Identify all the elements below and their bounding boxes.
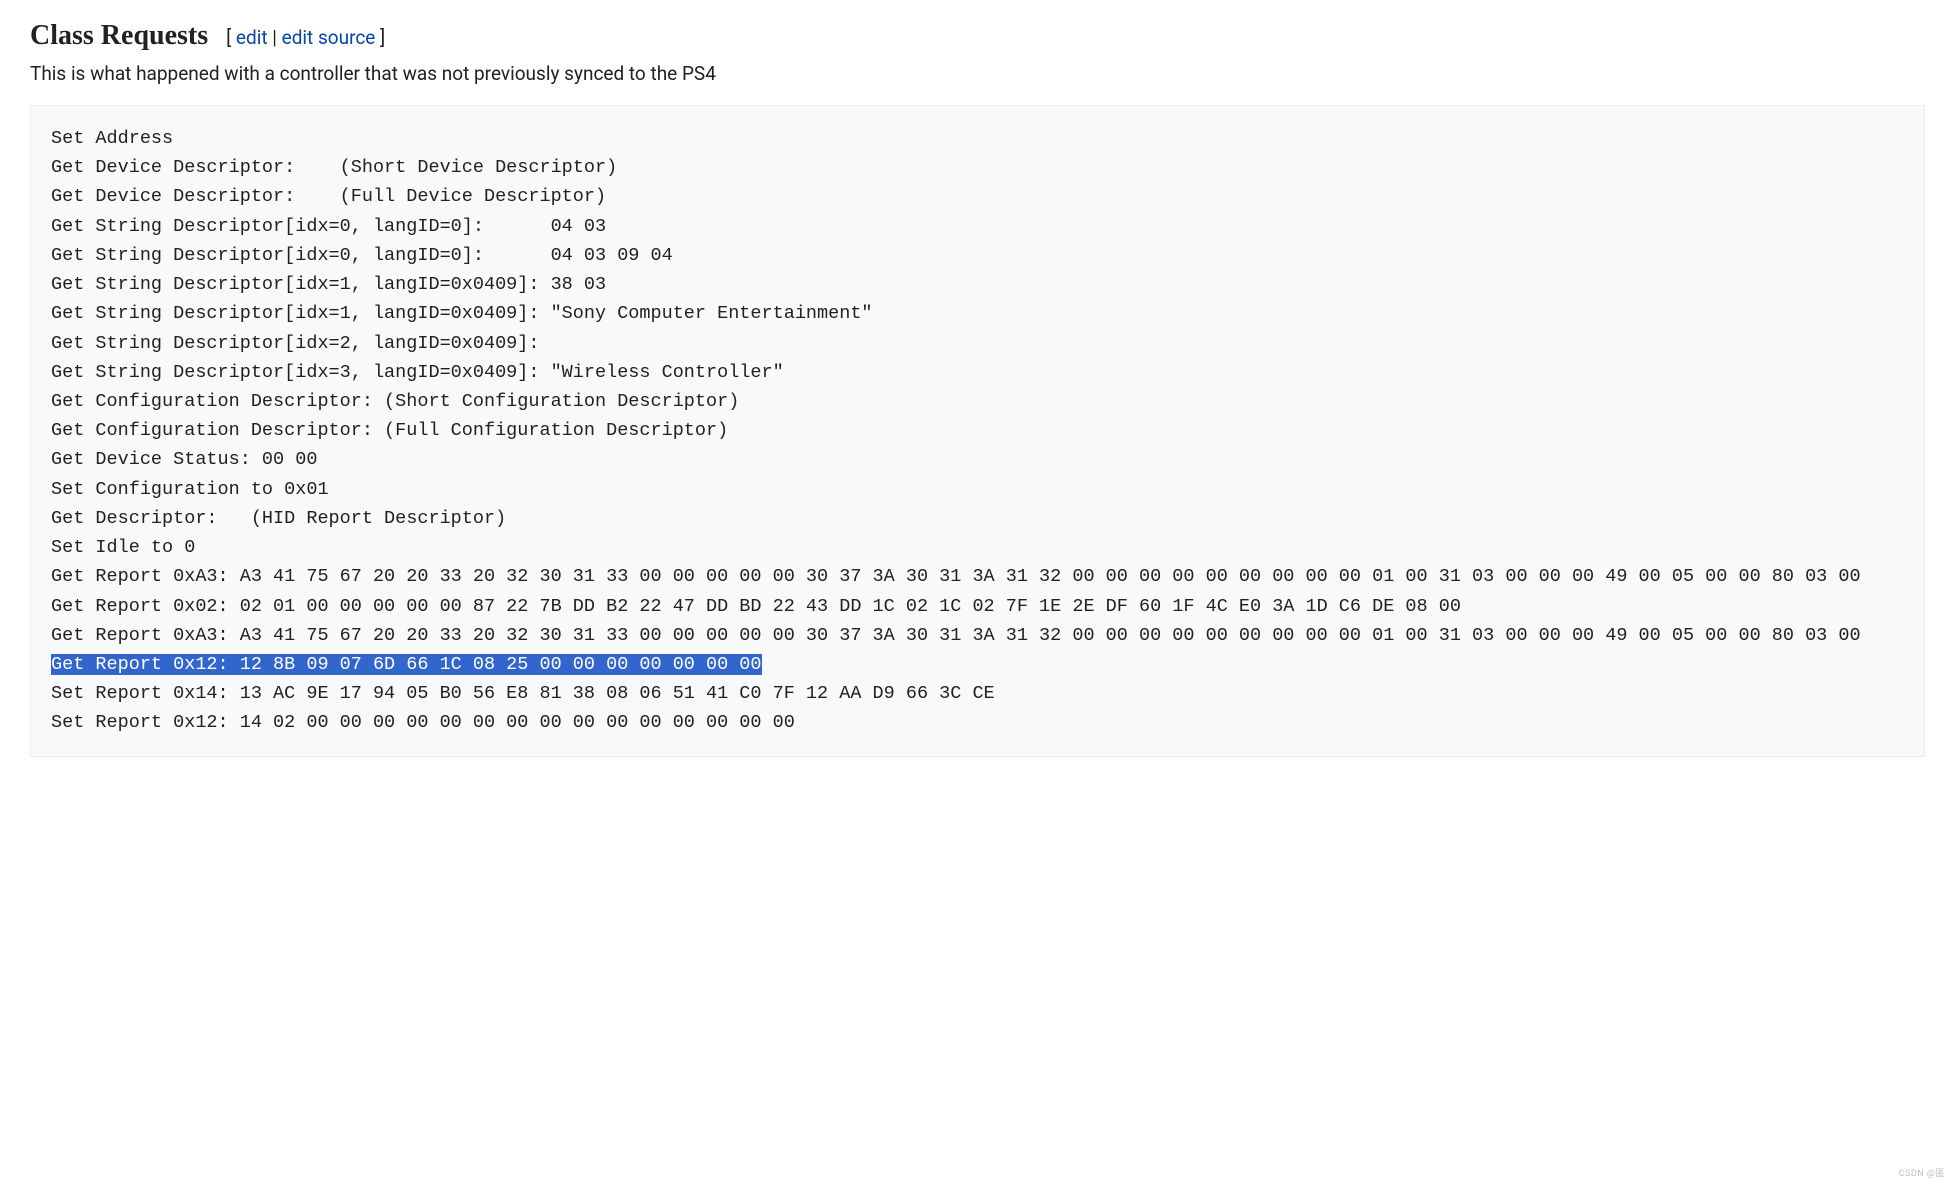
bracket-open: [: [226, 26, 236, 49]
code-line: Set Address: [51, 128, 173, 149]
code-line: Get Configuration Descriptor: (Short Con…: [51, 391, 739, 412]
code-line: Get String Descriptor[idx=0, langID=0]: …: [51, 216, 606, 237]
code-line: Get Report 0xA3: A3 41 75 67 20 20 33 20…: [51, 566, 1861, 587]
edit-source-link[interactable]: edit source: [282, 26, 376, 49]
edit-sep: |: [268, 26, 282, 49]
code-line: Get String Descriptor[idx=1, langID=0x04…: [51, 274, 606, 295]
bracket-close: ]: [375, 26, 385, 49]
code-line: Set Report 0x12: 14 02 00 00 00 00 00 00…: [51, 712, 795, 733]
code-line-highlighted: Get Report 0x12: 12 8B 09 07 6D 66 1C 08…: [51, 654, 762, 675]
code-line: Set Configuration to 0x01: [51, 479, 329, 500]
code-line: Set Idle to 0: [51, 537, 195, 558]
code-line: Get Report 0xA3: A3 41 75 67 20 20 33 20…: [51, 625, 1861, 646]
code-line: Get String Descriptor[idx=1, langID=0x04…: [51, 303, 873, 324]
code-line: Get Descriptor: (HID Report Descriptor): [51, 508, 506, 529]
code-line: Get String Descriptor[idx=3, langID=0x04…: [51, 362, 784, 383]
code-line: Get Device Status: 00 00: [51, 449, 317, 470]
code-line: Get Device Descriptor: (Short Device Des…: [51, 157, 617, 178]
edit-link[interactable]: edit: [236, 26, 268, 49]
code-line: Set Report 0x14: 13 AC 9E 17 94 05 B0 56…: [51, 683, 995, 704]
code-line: Get Configuration Descriptor: (Full Conf…: [51, 420, 728, 441]
code-block: Set Address Get Device Descriptor: (Shor…: [30, 105, 1925, 757]
edit-links: [ edit | edit source ]: [226, 26, 385, 49]
code-line: Get String Descriptor[idx=0, langID=0]: …: [51, 245, 673, 266]
code-line: Get Device Descriptor: (Full Device Desc…: [51, 186, 606, 207]
code-line: Get Report 0x02: 02 01 00 00 00 00 00 87…: [51, 596, 1461, 617]
code-line: Get String Descriptor[idx=2, langID=0x04…: [51, 333, 539, 354]
watermark: CSDN @匿: [1899, 1166, 1945, 1179]
section-heading: Class Requests: [30, 20, 208, 52]
section-description: This is what happened with a controller …: [30, 62, 1925, 85]
